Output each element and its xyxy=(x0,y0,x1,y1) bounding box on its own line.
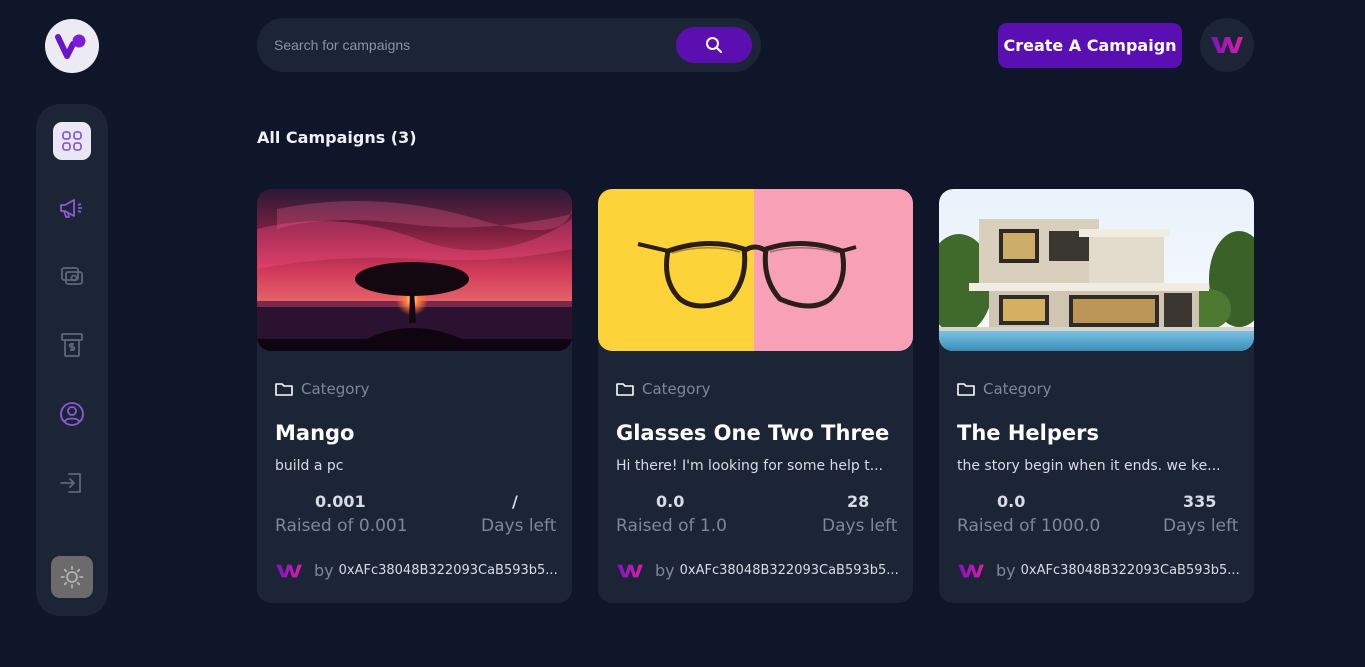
sun-icon xyxy=(60,565,84,589)
sidebar-item-logout[interactable] xyxy=(53,464,91,502)
profile-button[interactable] xyxy=(1200,18,1254,72)
wm-logo-icon xyxy=(617,564,643,577)
page-title: All Campaigns (3) xyxy=(257,128,417,147)
days-label: Days left xyxy=(481,516,557,536)
category-row: Category xyxy=(616,380,711,398)
folder-icon xyxy=(957,382,975,396)
raised-value: 0.001 xyxy=(315,492,366,511)
withdraw-icon xyxy=(61,333,83,357)
folder-icon xyxy=(616,382,634,396)
raised-label: Raised of 0.001 xyxy=(275,516,408,536)
logout-icon xyxy=(60,473,81,493)
payment-icon xyxy=(61,267,83,285)
sunset-tree-image xyxy=(257,189,572,351)
owner-row: by 0xAFc38048B322093CaB593b5... xyxy=(275,561,558,580)
days-label: Days left xyxy=(822,516,898,536)
by-label: by xyxy=(996,561,1016,580)
category-label: Category xyxy=(983,380,1052,398)
owner-row: by 0xAFc38048B322093CaB593b5... xyxy=(616,561,899,580)
by-label: by xyxy=(314,561,334,580)
category-label: Category xyxy=(301,380,370,398)
campaign-card[interactable]: Category Glasses One Two Three Hi there!… xyxy=(598,189,913,603)
campaign-card[interactable]: Category Mango build a pc 0.001 Raised o… xyxy=(257,189,572,603)
category-row: Category xyxy=(957,380,1052,398)
raised-value: 0.0 xyxy=(997,492,1026,511)
campaign-title: Glasses One Two Three xyxy=(616,421,890,445)
days-value: 28 xyxy=(847,492,870,511)
category-row: Category xyxy=(275,380,370,398)
raised-label: Raised of 1.0 xyxy=(616,516,727,536)
owner-address: 0xAFc38048B322093CaB593b5... xyxy=(679,563,899,578)
wm-logo-icon xyxy=(276,564,302,577)
raised-value: 0.0 xyxy=(656,492,685,511)
sidebar-item-profile[interactable] xyxy=(53,395,91,433)
wm-logo-icon xyxy=(958,564,984,577)
search-input[interactable] xyxy=(274,18,674,72)
campaign-description: build a pc xyxy=(275,458,344,474)
dashboard-grid-icon xyxy=(62,131,82,151)
owner-address: 0xAFc38048B322093CaB593b5... xyxy=(1020,563,1240,578)
search-bar xyxy=(257,18,761,72)
campaign-title: Mango xyxy=(275,421,355,445)
sidebar-item-withdraw[interactable] xyxy=(53,326,91,364)
days-label: Days left xyxy=(1163,516,1239,536)
campaign-description: Hi there! I'm looking for some help t... xyxy=(616,458,884,474)
glasses-image xyxy=(598,189,913,351)
search-button[interactable] xyxy=(676,27,752,63)
sidebar xyxy=(36,104,108,616)
folder-icon xyxy=(275,382,293,396)
owner-address: 0xAFc38048B322093CaB593b5... xyxy=(338,563,558,578)
house-image xyxy=(939,189,1254,351)
sidebar-item-campaign[interactable] xyxy=(53,189,91,227)
days-value: / xyxy=(512,492,518,511)
search-icon xyxy=(706,37,722,53)
campaign-card[interactable]: Category The Helpers the story begin whe… xyxy=(939,189,1254,603)
create-campaign-button[interactable]: Create A Campaign xyxy=(998,23,1182,68)
wm-logo-icon xyxy=(1211,37,1243,53)
by-label: by xyxy=(655,561,675,580)
theme-toggle-button[interactable] xyxy=(51,556,93,598)
campaign-title: The Helpers xyxy=(957,421,1099,445)
v-logo-icon xyxy=(55,34,86,59)
owner-row: by 0xAFc38048B322093CaB593b5... xyxy=(957,561,1240,580)
raised-label: Raised of 1000.0 xyxy=(957,516,1101,536)
megaphone-icon xyxy=(60,199,82,218)
profile-icon xyxy=(60,402,84,426)
app-logo[interactable] xyxy=(45,19,99,73)
days-value: 335 xyxy=(1183,492,1217,511)
sidebar-item-payment[interactable] xyxy=(53,257,91,295)
campaign-description: the story begin when it ends. we ke... xyxy=(957,458,1221,474)
category-label: Category xyxy=(642,380,711,398)
sidebar-item-dashboard[interactable] xyxy=(53,122,91,160)
